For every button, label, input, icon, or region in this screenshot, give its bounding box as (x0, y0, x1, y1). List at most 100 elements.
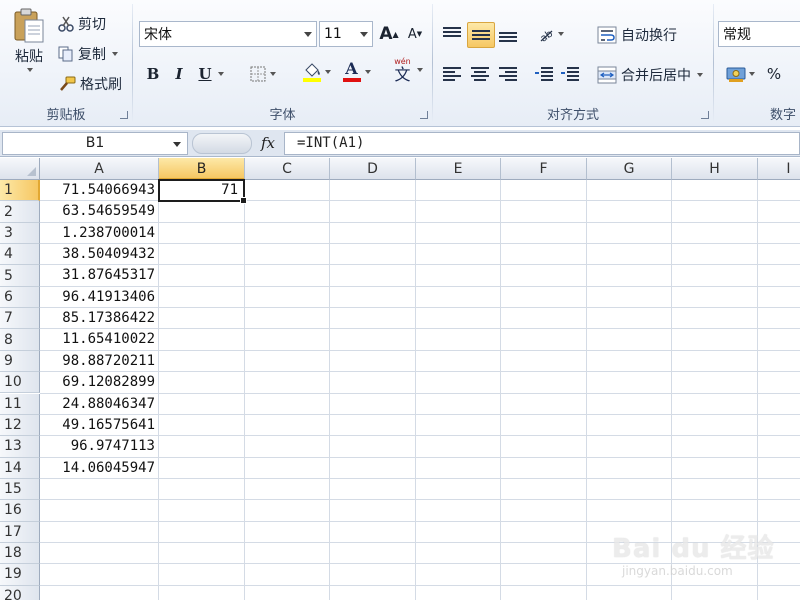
wrap-text-icon (597, 26, 617, 44)
align-center-button[interactable] (469, 62, 493, 86)
cell-a7[interactable]: 85.17386422 (40, 308, 158, 329)
row-header-5[interactable]: 5 (0, 265, 40, 287)
decrease-indent-button[interactable] (533, 62, 557, 86)
shrink-font-button[interactable]: A ▼ (403, 22, 427, 46)
fill-color-button[interactable] (297, 60, 335, 84)
align-right-button[interactable] (497, 62, 521, 86)
wrap-text-button[interactable]: 自动换行 (597, 25, 677, 45)
row-header-19[interactable]: 19 (0, 564, 40, 586)
font-color-icon: A (342, 61, 362, 83)
row-header-10[interactable]: 10 (0, 372, 40, 394)
active-cell-outline[interactable] (158, 179, 247, 205)
align-left-button[interactable] (441, 62, 465, 86)
percent-icon: % (766, 65, 782, 83)
cell-a14[interactable]: 14.06045947 (40, 458, 158, 479)
phonetic-icon: wén 文 (392, 57, 414, 83)
cell-a5[interactable]: 31.87645317 (40, 265, 158, 286)
merge-center-button[interactable]: 合并后居中 (597, 65, 703, 85)
cell-a11[interactable]: 24.88046347 (40, 394, 158, 415)
column-header-f[interactable]: F (501, 158, 587, 180)
font-color-letter: A (345, 59, 358, 78)
column-header-i[interactable]: I (758, 158, 800, 180)
align-bottom-icon (499, 26, 519, 42)
cell-a4[interactable]: 38.50409432 (40, 244, 158, 265)
align-top-button[interactable] (441, 22, 465, 46)
cut-button[interactable]: 剪切 (58, 14, 106, 34)
bold-button[interactable]: B (141, 62, 165, 86)
row-header-18[interactable]: 18 (0, 542, 40, 565)
cell-a9[interactable]: 98.88720211 (40, 351, 158, 372)
dialog-launcher-icon[interactable] (701, 111, 709, 119)
align-center-icon (471, 66, 491, 82)
align-bottom-button[interactable] (497, 22, 521, 46)
row-header-6[interactable]: 6 (0, 286, 40, 309)
row-header-20[interactable]: 20 (0, 585, 40, 600)
cell-a2[interactable]: 63.54659549 (40, 201, 158, 222)
row-header-1[interactable]: 1 (0, 180, 40, 202)
cell-a13[interactable]: 96.9747113 (40, 436, 158, 457)
select-all-corner[interactable] (0, 158, 40, 180)
row-header-12[interactable]: 12 (0, 414, 40, 437)
row-header-11[interactable]: 11 (0, 393, 40, 415)
row-header-9[interactable]: 9 (0, 350, 40, 373)
copy-button[interactable]: 复制 (58, 44, 118, 64)
grid-line (40, 520, 800, 522)
cell-a6[interactable]: 96.41913406 (40, 287, 158, 308)
italic-button[interactable]: I (167, 62, 191, 86)
row-header-14[interactable]: 14 (0, 457, 40, 479)
orientation-button[interactable]: ab (533, 22, 567, 46)
border-button[interactable] (245, 62, 281, 86)
row-header-15[interactable]: 15 (0, 478, 40, 501)
paste-button[interactable]: 粘贴 (8, 8, 50, 72)
column-header-g[interactable]: G (587, 158, 672, 180)
clipboard-icon (12, 8, 46, 44)
row-header-4[interactable]: 4 (0, 244, 40, 266)
cell-a12[interactable]: 49.16575641 (40, 415, 158, 436)
row-header-3[interactable]: 3 (0, 222, 40, 245)
row-header-16[interactable]: 16 (0, 500, 40, 522)
currency-button[interactable] (722, 62, 758, 86)
row-header-17[interactable]: 17 (0, 521, 40, 543)
cell-a1[interactable]: 71.54066943 (40, 180, 158, 201)
column-header-b[interactable]: B (159, 158, 245, 180)
cell-a10[interactable]: 69.12082899 (40, 372, 158, 393)
chevron-down-icon (748, 72, 755, 76)
dialog-launcher-icon[interactable] (120, 111, 128, 119)
chevron-down-icon (324, 70, 331, 74)
row-header-13[interactable]: 13 (0, 436, 40, 458)
column-header-a[interactable]: A (40, 158, 159, 180)
paint-bucket-icon (302, 61, 322, 83)
row-header-7[interactable]: 7 (0, 308, 40, 330)
merge-center-label: 合并后居中 (621, 68, 691, 84)
font-color-button[interactable]: A (337, 60, 375, 84)
column-header-h[interactable]: H (672, 158, 758, 180)
number-format-select[interactable]: 常规 (718, 21, 800, 47)
format-painter-button[interactable]: 格式刷 (58, 74, 122, 94)
cell-a8[interactable]: 11.65410022 (40, 329, 158, 350)
cell-a3[interactable]: 1.238700014 (40, 223, 158, 244)
phonetic-button[interactable]: wén 文 (387, 57, 427, 83)
dialog-launcher-icon[interactable] (420, 111, 428, 119)
row-header-8[interactable]: 8 (0, 329, 40, 351)
chevron-down-icon (270, 72, 276, 76)
font-name-select[interactable]: 宋体 (139, 21, 317, 47)
grow-font-button[interactable]: A ▲ (377, 22, 401, 46)
formula-bar-splitter[interactable] (192, 133, 252, 154)
name-box[interactable]: B1 (2, 132, 188, 155)
insert-function-icon[interactable]: fx (261, 134, 275, 152)
decrease-indent-icon (535, 66, 555, 82)
underline-button[interactable]: U (193, 62, 229, 86)
column-header-d[interactable]: D (330, 158, 416, 180)
copy-icon (58, 46, 74, 62)
percent-button[interactable]: % (762, 62, 786, 86)
font-size-select[interactable]: 11 (319, 21, 373, 47)
paste-label: 粘贴 (15, 49, 43, 65)
row-header-2[interactable]: 2 (0, 201, 40, 223)
align-middle-button[interactable] (467, 22, 495, 48)
column-header-e[interactable]: E (416, 158, 501, 180)
alignment-group-label: 对齐方式 (546, 108, 599, 123)
increase-indent-button[interactable] (559, 62, 583, 86)
align-right-icon (499, 66, 519, 82)
formula-input[interactable]: =INT(A1) (284, 132, 800, 155)
column-header-c[interactable]: C (245, 158, 330, 180)
